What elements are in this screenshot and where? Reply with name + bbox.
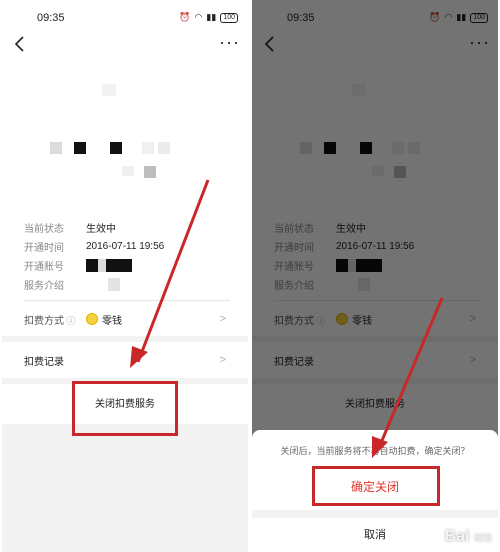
watermark: Bai 经验	[445, 528, 492, 546]
phone-screen-left: 09:35 ⏰ ◠ ▮▮ 100 ··· 当前状态 生效中 开通时间 2016-…	[2, 0, 248, 552]
watermark-text: Bai	[444, 528, 470, 545]
watermark-sub: 经验	[473, 533, 492, 543]
annotation-arrow	[130, 179, 210, 368]
annotation-arrow	[372, 297, 444, 458]
phone-screen-right: 09:35 ⏰ ◠ ▮▮ 100 ··· 当前状态 生效中 开通时间 2016-…	[252, 0, 498, 552]
